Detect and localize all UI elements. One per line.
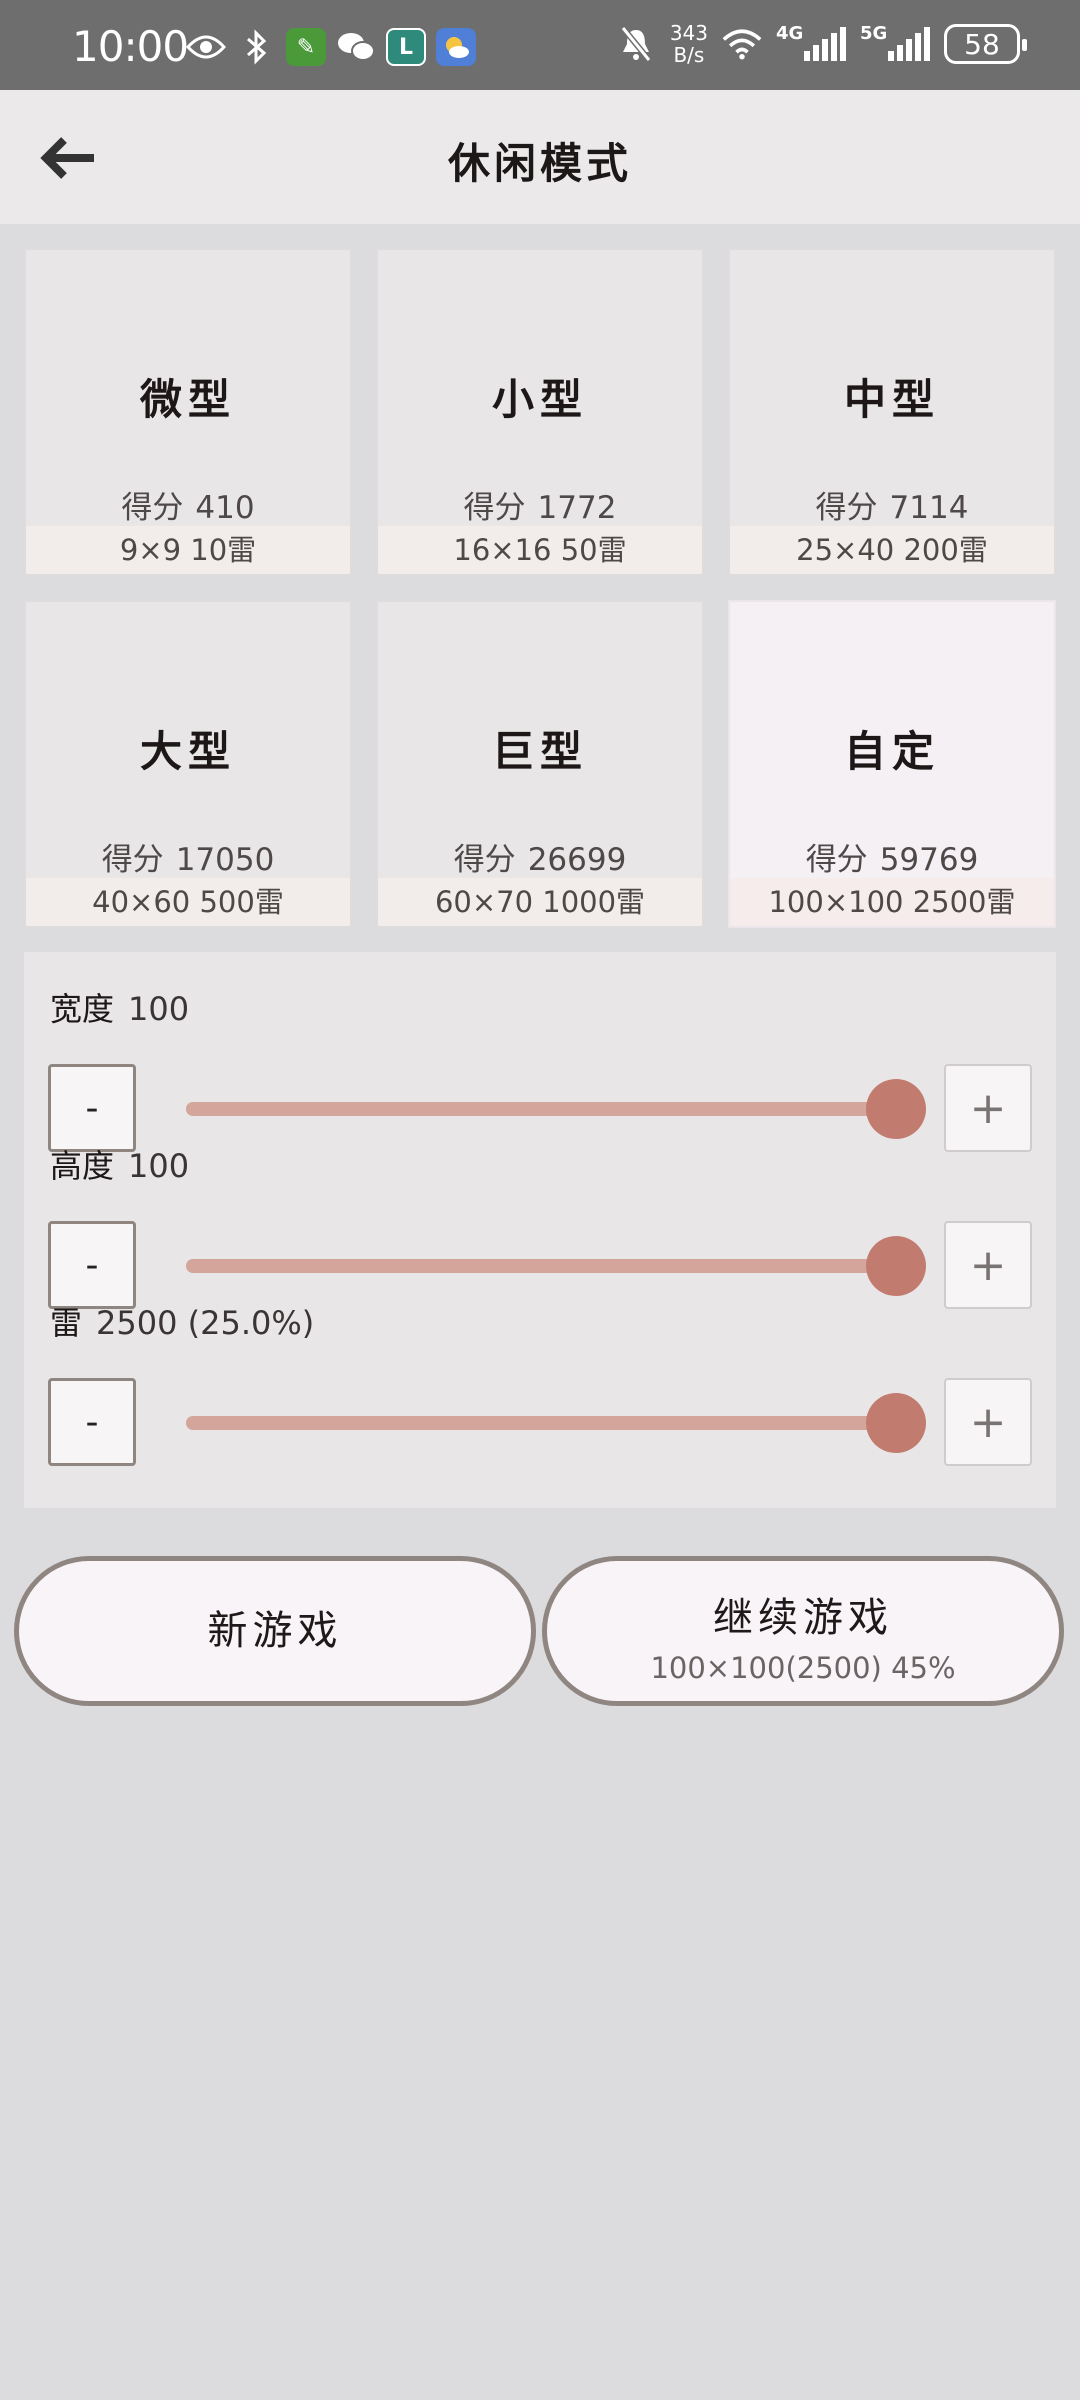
battery-indicator: 58	[944, 24, 1027, 64]
slider-thumb[interactable]	[866, 1079, 926, 1139]
height-slider[interactable]	[186, 1221, 926, 1309]
mute-bell-icon	[616, 25, 656, 63]
mode-name: 巨型	[491, 727, 588, 776]
mode-card-large[interactable]: 大型 得分 17050 40×60 500雷	[24, 600, 352, 928]
network-speed: 343 B/s	[669, 21, 708, 67]
mode-grid: 微型 得分 410 9×9 10雷 小型 得分 1772 16×16 50雷 中型 …	[24, 248, 1056, 928]
wechat-icon	[336, 28, 376, 66]
mode-name: 大型	[139, 727, 236, 776]
mode-score: 得分 1772	[463, 490, 617, 526]
mode-info: 25×40 200雷	[730, 526, 1054, 574]
mines-decrease-button[interactable]: -	[48, 1378, 136, 1466]
mines-increase-button[interactable]: +	[944, 1378, 1032, 1466]
mode-info: 16×16 50雷	[378, 526, 702, 574]
slider-thumb[interactable]	[866, 1393, 926, 1453]
mode-score: 得分 7114	[815, 490, 969, 526]
bluetooth-icon	[236, 28, 276, 66]
continue-game-button[interactable]: 继续游戏 100×100(2500) 45%	[542, 1556, 1064, 1706]
wifi-icon	[722, 25, 762, 63]
eye-icon	[186, 28, 226, 66]
mode-name: 中型	[843, 375, 940, 424]
height-decrease-button[interactable]: -	[48, 1221, 136, 1309]
mode-info: 100×100 2500雷	[730, 878, 1054, 926]
signal-4g-icon: 4G	[776, 23, 846, 61]
slider-fill	[186, 1102, 896, 1116]
status-icons-left: ✎ L	[186, 28, 476, 66]
mode-card-custom[interactable]: 自定 得分 59769 100×100 2500雷	[728, 600, 1056, 928]
signal-5g-icon: 5G	[860, 23, 930, 61]
mode-name: 自定	[843, 727, 940, 776]
mode-info: 60×70 1000雷	[378, 878, 702, 926]
weather-icon	[436, 28, 476, 66]
width-slider[interactable]	[186, 1064, 926, 1152]
custom-settings-panel: 宽度 100 - + 高度 100 - + 雷 2500 (25.0%) - +	[24, 952, 1056, 1508]
mode-info: 9×9 10雷	[26, 526, 350, 574]
status-bar: 10:00 ✎ L 343 B/s 4G 5G 58	[0, 0, 1080, 90]
width-decrease-button[interactable]: -	[48, 1064, 136, 1152]
mode-score: 得分 17050	[101, 842, 275, 878]
continue-game-info: 100×100(2500) 45%	[650, 1651, 956, 1685]
mode-card-huge[interactable]: 巨型 得分 26699 60×70 1000雷	[376, 600, 704, 928]
mode-name: 微型	[139, 375, 236, 424]
mode-name: 小型	[491, 375, 588, 424]
app-icon: L	[386, 28, 426, 66]
status-icons-right: 343 B/s 4G 5G 58	[616, 21, 1027, 67]
width-increase-button[interactable]: +	[944, 1064, 1032, 1152]
slider-thumb[interactable]	[866, 1236, 926, 1296]
mode-score: 得分 410	[121, 490, 255, 526]
mode-card-mini[interactable]: 微型 得分 410 9×9 10雷	[24, 248, 352, 576]
height-increase-button[interactable]: +	[944, 1221, 1032, 1309]
mode-score: 得分 26699	[453, 842, 627, 878]
new-game-label: 新游戏	[207, 1608, 343, 1654]
continue-game-label: 继续游戏	[713, 1595, 893, 1641]
mode-info: 40×60 500雷	[26, 878, 350, 926]
app-icon: ✎	[286, 28, 326, 66]
app-header: 休闲模式	[0, 90, 1080, 224]
slider-fill	[186, 1416, 896, 1430]
mines-slider[interactable]	[186, 1378, 926, 1466]
page-title: 休闲模式	[447, 139, 632, 188]
mode-card-medium[interactable]: 中型 得分 7114 25×40 200雷	[728, 248, 1056, 576]
mines-label: 雷 2500 (25.0%)	[50, 1304, 315, 1342]
status-time: 10:00	[72, 22, 189, 71]
mode-score: 得分 59769	[805, 842, 979, 878]
mode-card-small[interactable]: 小型 得分 1772 16×16 50雷	[376, 248, 704, 576]
height-label: 高度 100	[50, 1147, 190, 1185]
slider-fill	[186, 1259, 896, 1273]
new-game-button[interactable]: 新游戏	[14, 1556, 536, 1706]
width-label: 宽度 100	[50, 990, 190, 1028]
